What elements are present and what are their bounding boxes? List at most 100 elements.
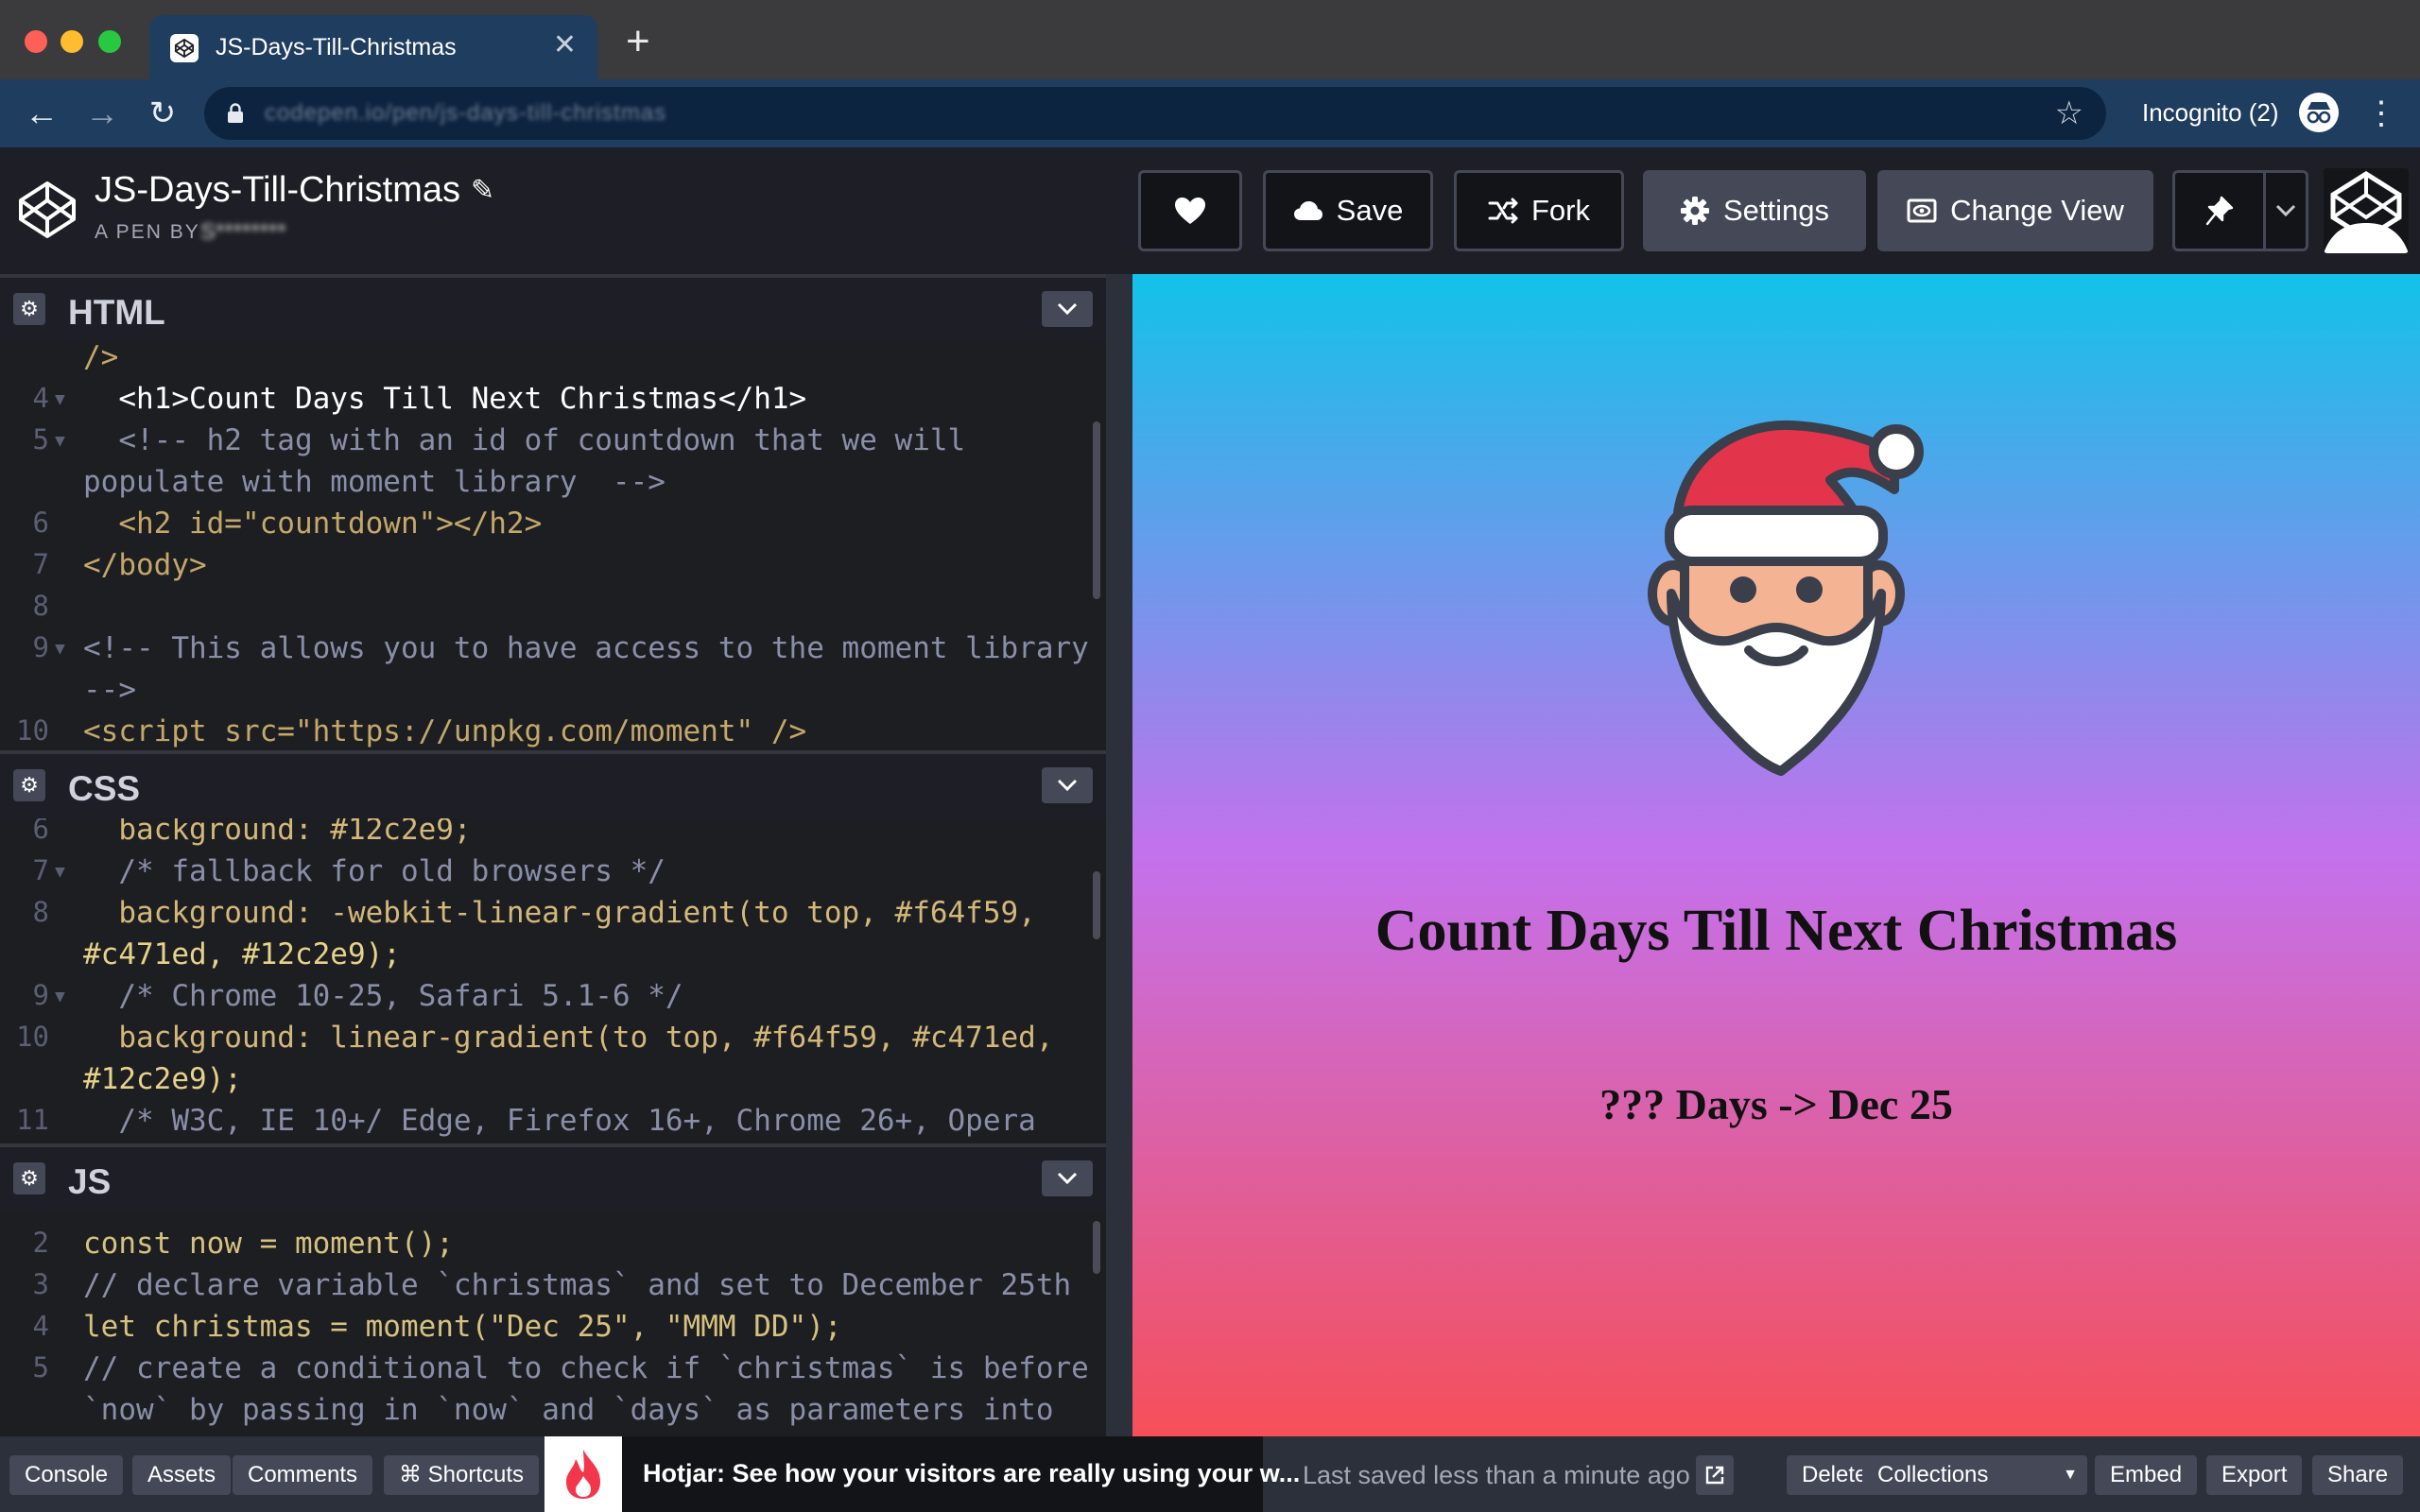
html-pane-chevron-icon[interactable] — [1042, 291, 1093, 327]
settings-button[interactable]: Settings — [1643, 170, 1866, 251]
code-line: 2 const now = moment(); — [32, 1227, 454, 1261]
change-view-icon — [1907, 198, 1937, 223]
fork-button[interactable]: Fork — [1454, 170, 1624, 251]
lock-icon — [228, 103, 243, 123]
window-zoom-dot[interactable] — [98, 30, 121, 53]
shortcuts-button[interactable]: ⌘ Shortcuts — [384, 1455, 540, 1495]
love-button[interactable] — [1138, 170, 1242, 251]
forward-arrow-icon[interactable]: → — [83, 94, 121, 132]
code-line: #c471ed, #12c2e9); — [83, 937, 401, 971]
html-scrollbar[interactable] — [1093, 421, 1100, 599]
incognito-label[interactable]: Incognito (2) — [2142, 98, 2279, 128]
collections-button[interactable]: Collections ▼ — [1862, 1455, 2087, 1495]
new-tab-button[interactable]: + — [626, 21, 650, 62]
code-line: 4 let christmas = moment("Dec 25", "MMM D… — [32, 1310, 842, 1344]
css-pane-title: CSS — [68, 769, 141, 808]
heart-icon — [1175, 198, 1205, 224]
tab-close-icon[interactable]: ✕ — [553, 28, 577, 62]
hotjar-flame-icon — [544, 1436, 622, 1512]
console-button[interactable]: Console — [9, 1455, 124, 1495]
window-close-dot[interactable] — [25, 30, 47, 53]
export-button[interactable]: Export — [2206, 1455, 2303, 1495]
edit-title-pencil-icon[interactable]: ✎ — [471, 174, 494, 207]
tab-title: JS-Days-Till-Christmas — [216, 34, 457, 60]
js-code-area[interactable]: 2 const now = moment(); 3// declare varia… — [0, 1211, 1106, 1436]
pin-button[interactable] — [2175, 173, 2266, 249]
resize-gutter[interactable] — [1106, 274, 1132, 1436]
preview-pane: Count Days Till Next Christmas ??? Days … — [1132, 274, 2420, 1436]
code-line: 8 background: -webkit-linear-gradient(to… — [32, 896, 1036, 930]
pen-author-name[interactable]: S******** — [200, 219, 286, 246]
code-line: 7 ▼ /* fallback for old browsers */ — [32, 854, 666, 888]
codepen-logo-icon[interactable] — [17, 180, 78, 240]
code-line: 10 <script src="https://unpkg.com/moment"… — [16, 714, 807, 748]
pen-by-label: A PEN BY — [95, 221, 200, 243]
code-line: 3// declare variable `christmas` and set… — [32, 1268, 1072, 1302]
html-code-area[interactable]: /> 4 ▼ <h1>Count Days Till Next Christmas… — [0, 342, 1106, 750]
css-settings-gear-icon[interactable]: ⚙ — [13, 769, 45, 801]
countdown-text: ??? Days -> Dec 25 — [1599, 1080, 1953, 1128]
back-arrow-icon[interactable]: ← — [23, 94, 60, 132]
code-line: 11 /* W3C, IE 10+/ Edge, Firefox 16+, Ch… — [16, 1104, 1036, 1138]
hotjar-ad[interactable]: Hotjar: See how your visitors are really… — [544, 1436, 1300, 1512]
user-avatar[interactable] — [2324, 168, 2409, 253]
browser-tab-bar: JS-Days-Till-Christmas ✕ + — [0, 0, 2420, 79]
code-line: `now` by passing in `now` and `days` as … — [83, 1393, 1054, 1427]
code-line: 7 </body> — [32, 548, 207, 582]
js-settings-gear-icon[interactable]: ⚙ — [13, 1162, 45, 1194]
browser-toolbar: ← → ↻ codepen.io/pen/js-days-till-christ… — [0, 79, 2420, 147]
code-line: 10 background: linear-gradient(to top, #… — [16, 1021, 1054, 1055]
pin-dropdown-chevron-icon[interactable] — [2266, 173, 2306, 249]
santa-icon — [1648, 420, 1924, 776]
code-line: #12c2e9); — [83, 1062, 242, 1096]
assets-button[interactable]: Assets — [132, 1455, 232, 1495]
fork-icon — [1488, 198, 1518, 224]
html-settings-gear-icon[interactable]: ⚙ — [13, 293, 45, 325]
code-line: 6 <h2 id="countdown"></h2> — [32, 507, 543, 541]
change-view-button[interactable]: Change View — [1877, 170, 2153, 251]
html-pane-title: HTML — [68, 293, 165, 332]
js-pane-chevron-icon[interactable] — [1042, 1160, 1093, 1196]
code-line: 9 ▼ /* Chrome 10-25, Safari 5.1-6 */ — [32, 979, 683, 1013]
code-line: 5 ▼ <!-- h2 tag with an id of countdown t… — [32, 423, 966, 457]
js-scrollbar[interactable] — [1093, 1221, 1100, 1274]
bookmark-star-icon[interactable]: ☆ — [2055, 96, 2083, 130]
css-pane-header: ⚙ CSS — [0, 750, 1106, 818]
save-button-label: Save — [1336, 194, 1404, 227]
open-external-icon[interactable] — [1696, 1455, 1734, 1495]
address-bar[interactable]: codepen.io/pen/js-days-till-christmas ☆ — [204, 87, 2106, 140]
codepen-favicon-icon — [170, 34, 199, 62]
css-scrollbar[interactable] — [1093, 871, 1100, 939]
codepen-header: JS-Days-Till-Christmas ✎ A PEN BY S*****… — [0, 147, 2420, 274]
share-button[interactable]: Share — [2312, 1455, 2404, 1495]
code-line: 9 ▼ <!-- This allows you to have access to… — [32, 631, 1089, 665]
browser-tab-active[interactable]: JS-Days-Till-Christmas ✕ — [149, 15, 597, 79]
code-line: /> — [83, 342, 119, 374]
embed-button[interactable]: Embed — [2095, 1455, 2198, 1495]
code-line: --> — [83, 673, 136, 707]
code-line: 5// create a conditional to check if `ch… — [32, 1351, 1089, 1385]
reload-icon[interactable]: ↻ — [144, 94, 182, 132]
css-code-area[interactable]: 6 background: #12c2e9; 7 ▼ /* fallback fo… — [0, 818, 1106, 1143]
preview-heading: Count Days Till Next Christmas — [1374, 899, 2178, 963]
pin-button-group — [2172, 170, 2308, 251]
incognito-icon[interactable] — [2299, 93, 2339, 132]
pin-icon — [2205, 196, 2233, 226]
editor-column: ⚙ HTML /> 4 ▼ <h1>Count Days Till Next Ch… — [0, 274, 1106, 1436]
comments-button[interactable]: Comments — [233, 1455, 373, 1495]
code-line: 4 ▼ <h1>Count Days Till Next Christmas</h… — [32, 382, 807, 416]
window-minimize-dot[interactable] — [60, 30, 83, 53]
last-saved-status: Last saved less than a minute ago — [1303, 1461, 1690, 1489]
code-line: populate with moment library --> — [83, 465, 666, 499]
settings-button-label: Settings — [1722, 194, 1829, 227]
save-button[interactable]: Save — [1263, 170, 1433, 251]
collections-caret-icon: ▼ — [2063, 1467, 2078, 1483]
code-line: 8 — [32, 590, 49, 622]
browser-menu-icon[interactable]: ⋮ — [2365, 94, 2397, 132]
css-pane-chevron-icon[interactable] — [1042, 767, 1093, 803]
js-pane-title: JS — [68, 1162, 112, 1201]
cloud-icon — [1293, 201, 1322, 220]
code-line: 6 background: #12c2e9; — [32, 818, 472, 847]
pen-title[interactable]: JS-Days-Till-Christmas — [95, 170, 460, 211]
change-view-button-label: Change View — [1950, 194, 2124, 227]
